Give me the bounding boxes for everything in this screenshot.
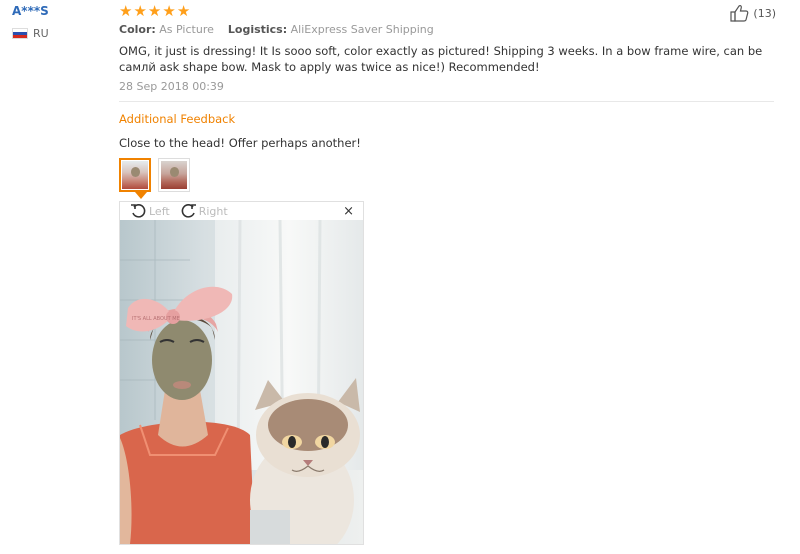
- photo-viewer: Left Right × IT'S ALL ABOUT ME: [119, 201, 364, 545]
- photo-thumbnail-1[interactable]: [119, 158, 151, 192]
- divider: [119, 101, 774, 102]
- color-value: As Picture: [159, 23, 214, 36]
- review-photo: IT'S ALL ABOUT ME: [120, 220, 363, 544]
- headband-text: IT'S ALL ABOUT ME: [132, 316, 180, 322]
- star-icon: ★: [133, 2, 147, 20]
- helpful-count: (13): [753, 6, 776, 20]
- star-icon: ★: [176, 2, 191, 20]
- reviewer-name[interactable]: A***S: [12, 4, 49, 18]
- review-date: 28 Sep 2018 00:39: [119, 80, 224, 93]
- viewer-toolbar: Left Right ×: [120, 202, 363, 220]
- review-text: OMG, it just is dressing! It Is sooo sof…: [119, 44, 763, 74]
- rotate-left-button[interactable]: Left: [130, 203, 170, 219]
- photo-thumbnails: [119, 158, 197, 192]
- review-photo-image: IT'S ALL ABOUT ME: [120, 220, 363, 544]
- star-icon: ★: [119, 2, 133, 20]
- rotate-right-button[interactable]: Right: [180, 203, 228, 219]
- additional-feedback-title: Additional Feedback: [119, 112, 236, 126]
- selected-thumbnail-caret: [135, 192, 147, 199]
- rotate-right-label: Right: [198, 204, 228, 218]
- rotate-left-label: Left: [149, 204, 170, 218]
- color-label: Color:: [119, 23, 156, 36]
- helpful-button[interactable]: (13): [730, 4, 776, 22]
- country-code: RU: [33, 27, 49, 40]
- russia-flag-icon: [12, 28, 28, 39]
- star-icon: ★: [147, 2, 162, 20]
- logistics-label: Logistics:: [227, 23, 288, 36]
- order-info: Color: As Picture Logistics: AliExpress …: [119, 23, 434, 36]
- thumbs-up-icon: [730, 5, 749, 22]
- rotate-right-icon: [181, 204, 196, 218]
- rotate-left-icon: [131, 204, 146, 218]
- photo-thumbnail-2[interactable]: [158, 158, 190, 192]
- reviewer-country: RU: [12, 27, 49, 40]
- star-icon: ★: [162, 2, 176, 20]
- close-viewer-button[interactable]: ×: [343, 204, 354, 219]
- logistics-value: AliExpress Saver Shipping: [290, 23, 434, 36]
- star-rating: ★ ★ ★ ★ ★: [119, 2, 191, 20]
- additional-feedback-text: Close to the head! Offer perhaps another…: [119, 136, 361, 150]
